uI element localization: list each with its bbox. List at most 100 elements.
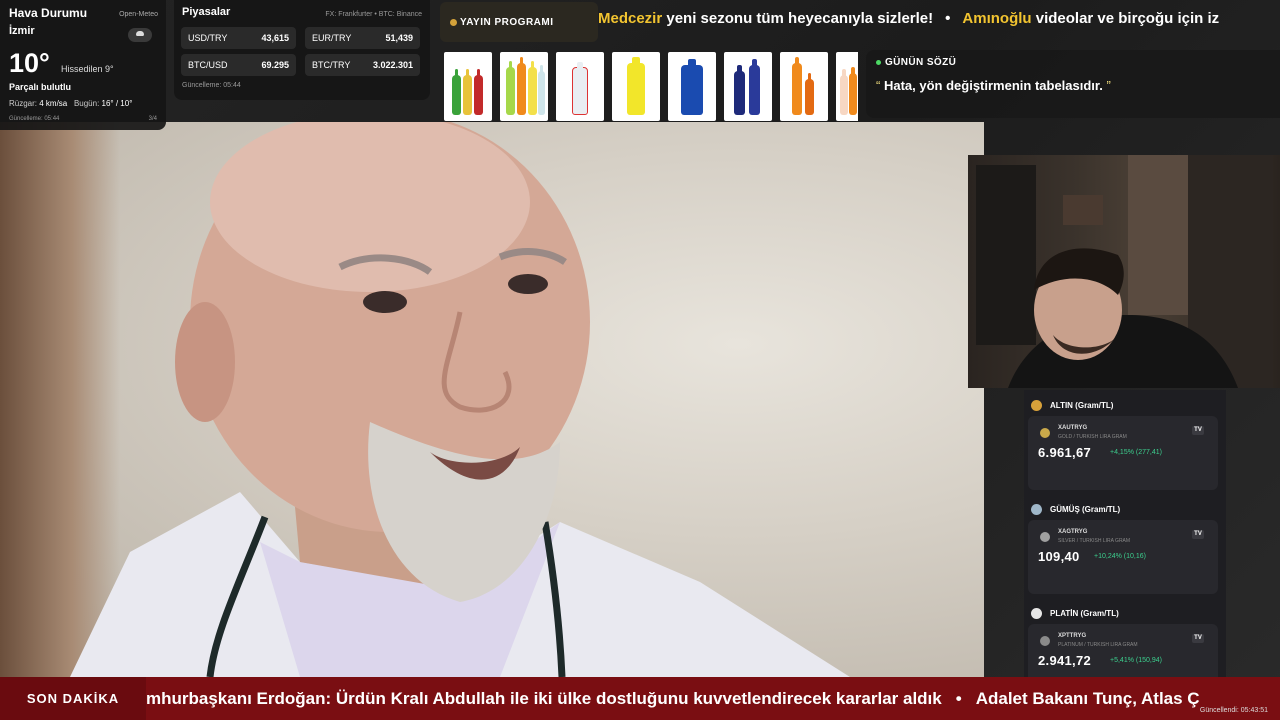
partly-cloudy-icon: [128, 28, 152, 42]
metals-panel: ALTIN (Gram/TL) XAUTRYG GOLD / TURKISH L…: [1024, 390, 1226, 677]
news-separator: •: [955, 689, 962, 708]
metal-card-platinum: PLATİN (Gram/TL) XPTTRYG PLATINUM / TURK…: [1024, 598, 1226, 677]
doctor-eye-right: [508, 274, 548, 294]
video-scene: [70, 122, 850, 677]
ticker-highlight: Amınoğlu: [962, 10, 1032, 27]
metal-title: ALTIN (Gram/TL): [1050, 401, 1114, 410]
markets-widget: Piyasalar FX: Frankfurter • BTC: Binance…: [174, 0, 430, 100]
silver-medal-icon: [1031, 504, 1042, 515]
ticker-highlight: Medcezir: [598, 10, 663, 27]
metal-title: PLATİN (Gram/TL): [1050, 609, 1119, 618]
metal-description: SILVER / TURKISH LIRA GRAM: [1058, 538, 1131, 544]
news-item: mhurbaşkanı Erdoğan: Ürdün Kralı Abdulla…: [146, 689, 942, 708]
program-dot-icon: [450, 19, 457, 26]
program-badge: YAYIN PROGRAMI: [440, 2, 598, 42]
weather-page-indicator: 3/4: [148, 116, 157, 122]
ticker-separator: •: [945, 10, 951, 27]
weather-updated: Güncelleme: 05:44: [9, 116, 60, 122]
market-value: 51,439: [385, 33, 413, 43]
gold-medal-icon: [1031, 400, 1042, 411]
weather-source: Open-Meteo: [119, 11, 158, 18]
tradingview-icon[interactable]: TV: [1192, 634, 1204, 643]
doctor-ear: [175, 302, 235, 422]
metal-change: +10,24% (10,16): [1094, 553, 1146, 560]
breaking-news-ticker: mhurbaşkanı Erdoğan: Ürdün Kralı Abdulla…: [146, 677, 1280, 720]
main-video-frame: [0, 122, 984, 677]
product-card: [668, 52, 716, 121]
webcam-scene: [976, 155, 1273, 388]
metal-price: 6.961,67: [1038, 445, 1092, 460]
breaking-news-bar: SON DAKİKA mhurbaşkanı Erdoğan: Ürdün Kr…: [0, 677, 1280, 720]
today-label: Bugün:: [73, 99, 100, 108]
wind-value: 4 km/sa: [39, 99, 68, 108]
market-row-btcusd: BTC/USD 69.295: [181, 54, 296, 76]
gold-coin-icon: [1040, 428, 1050, 438]
metal-description: GOLD / TURKISH LIRA GRAM: [1058, 434, 1127, 440]
program-ticker: Medcezir yeni sezonu tüm heyecanıyla siz…: [598, 10, 1280, 36]
market-label: USD/TRY: [188, 33, 228, 43]
quote-of-the-day: GÜNÜN SÖZÜ “ Hata, yön değiştirmenin tab…: [866, 50, 1280, 118]
wind-label: Rüzgar:: [9, 99, 38, 108]
product-card: [724, 52, 772, 121]
market-value: 43,615: [261, 33, 289, 43]
ticker-text: videolar ve birçoğu için iz: [1031, 10, 1220, 27]
ticker-text: yeni sezonu tüm heyecanıyla sizlerle!: [662, 10, 934, 27]
metal-quote-card[interactable]: XPTTRYG PLATINUM / TURKISH LIRA GRAM TV …: [1028, 624, 1218, 677]
product-card: [780, 52, 828, 121]
webcam-shelf: [976, 165, 1036, 345]
metal-quote-card[interactable]: XAGTRYG SILVER / TURKISH LIRA GRAM TV 10…: [1028, 520, 1218, 594]
market-value: 3.022.301: [372, 60, 413, 70]
quote-close-mark: ”: [1106, 78, 1111, 93]
news-updated: Güncellendi: 05:43:51: [1199, 707, 1268, 714]
weather-temperature: 10°: [9, 48, 50, 78]
quote-title: GÜNÜN SÖZÜ: [876, 57, 1270, 68]
market-label: BTC/TRY: [312, 60, 351, 70]
product-card: [836, 52, 858, 121]
metal-symbol: XAGTRYG: [1058, 529, 1088, 535]
metal-description: PLATINUM / TURKISH LIRA GRAM: [1058, 642, 1138, 648]
metal-card-silver: GÜMÜŞ (Gram/TL) XAGTRYG SILVER / TURKISH…: [1024, 494, 1226, 598]
quote-text: Hata, yön değiştirmenin tabelasıdır.: [883, 78, 1103, 93]
platinum-coin-icon: [1040, 636, 1050, 646]
weather-condition: Parçalı bulutlu: [9, 82, 72, 92]
metal-symbol: XAUTRYG: [1058, 425, 1088, 431]
market-row-usdtry: USD/TRY 43,615: [181, 27, 296, 49]
markets-updated: Güncelleme: 05:44: [182, 82, 241, 89]
product-card: [500, 52, 548, 121]
sponsor-products-strip: [444, 52, 858, 122]
metal-card-gold: ALTIN (Gram/TL) XAUTRYG GOLD / TURKISH L…: [1024, 390, 1226, 494]
weather-wind-row: Rüzgar: 4 km/sa Bugün: 16° / 10°: [9, 99, 132, 108]
market-label: EUR/TRY: [312, 33, 352, 43]
market-row-btctry: BTC/TRY 3.022.301: [305, 54, 420, 76]
doctor-eye-left: [363, 291, 407, 313]
product-card: [444, 52, 492, 121]
webcam-picture: [1063, 195, 1103, 225]
webcam-door: [1128, 155, 1188, 315]
webcam-feed: [968, 155, 1280, 388]
market-value: 69.295: [261, 60, 289, 70]
quote-open-mark: “: [876, 78, 881, 93]
program-badge-label: YAYIN PROGRAMI: [460, 16, 554, 28]
platinum-medal-icon: [1031, 608, 1042, 619]
market-row-eurtry: EUR/TRY 51,439: [305, 27, 420, 49]
weather-widget: Hava Durumu Open-Meteo İzmir 10° Hissedi…: [0, 0, 166, 130]
metal-quote-card[interactable]: XAUTRYG GOLD / TURKISH LIRA GRAM TV 6.96…: [1028, 416, 1218, 490]
tradingview-icon[interactable]: TV: [1192, 426, 1204, 435]
breaking-news-label: SON DAKİKA: [0, 677, 146, 720]
market-label: BTC/USD: [188, 60, 228, 70]
metal-change: +5,41% (150,94): [1110, 657, 1162, 664]
today-value: 16° / 10°: [101, 99, 133, 108]
metal-title: GÜMÜŞ (Gram/TL): [1050, 505, 1121, 514]
product-card: [612, 52, 660, 121]
metal-symbol: XPTTRYG: [1058, 633, 1087, 639]
metal-price: 109,40: [1038, 549, 1080, 564]
metal-change: +4,15% (277,41): [1110, 449, 1162, 456]
silver-coin-icon: [1040, 532, 1050, 542]
metal-price: 2.941,72: [1038, 653, 1092, 668]
tradingview-icon[interactable]: TV: [1192, 530, 1204, 539]
weather-feels-like: Hissedilen 9°: [61, 64, 114, 74]
quote-body: “ Hata, yön değiştirmenin tabelasıdır. ”: [876, 78, 1270, 93]
news-item: Adalet Bakanı Tunç, Atlas Ç: [975, 689, 1200, 708]
stream-overlay: Hava Durumu Open-Meteo İzmir 10° Hissedi…: [0, 0, 1280, 720]
product-card: [556, 52, 604, 121]
